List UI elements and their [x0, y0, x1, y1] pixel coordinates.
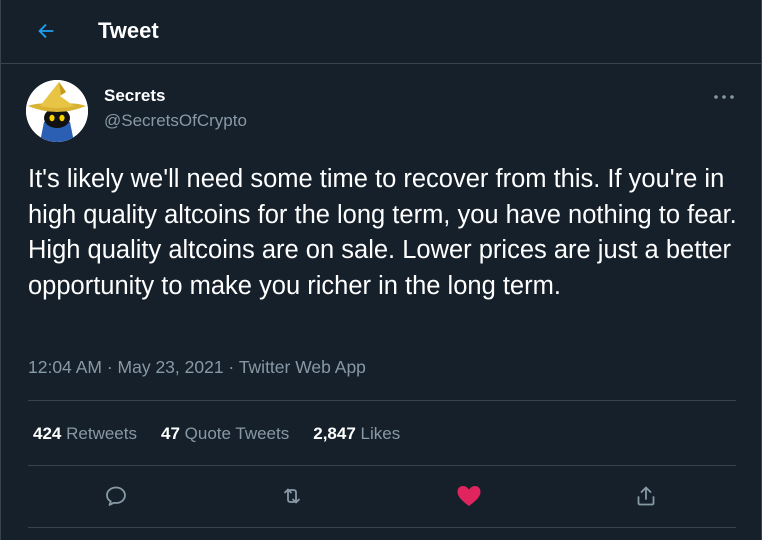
tweet-source[interactable]: Twitter Web App	[239, 357, 366, 377]
tweet-stats: 424 Retweets 47 Quote Tweets 2,847 Likes	[33, 424, 424, 444]
reply-icon	[106, 486, 126, 506]
heart-icon	[457, 486, 481, 506]
quotes-label: Quote Tweets	[184, 424, 290, 443]
like-button[interactable]	[451, 478, 487, 514]
tweet-page: Tweet Secrets @SecretsOfCrypto It's like…	[0, 0, 762, 540]
tweet-date[interactable]: May 23, 2021	[118, 357, 224, 377]
tweet-time[interactable]: 12:04 AM	[28, 357, 102, 377]
tweet-meta: 12:04 AM · May 23, 2021 · Twitter Web Ap…	[28, 357, 366, 378]
retweet-icon	[284, 488, 300, 504]
action-bar	[1, 478, 761, 514]
meta-separator: ·	[223, 357, 239, 377]
back-button[interactable]	[27, 12, 65, 50]
retweet-button[interactable]	[274, 478, 310, 514]
avatar[interactable]	[26, 80, 88, 142]
likes-count: 2,847	[313, 424, 356, 443]
author-handle[interactable]: @SecretsOfCrypto	[104, 111, 247, 131]
arrow-left-icon	[38, 23, 54, 39]
retweets-stat[interactable]: 424 Retweets	[33, 424, 137, 444]
retweets-count: 424	[33, 424, 62, 443]
meta-separator: ·	[101, 357, 118, 377]
quote-tweets-stat[interactable]: 47 Quote Tweets	[161, 424, 289, 444]
share-icon	[637, 486, 655, 506]
divider	[28, 400, 736, 401]
divider	[28, 465, 736, 466]
header: Tweet	[1, 0, 761, 64]
black-mage-avatar	[26, 80, 88, 142]
reply-button[interactable]	[98, 478, 134, 514]
share-button[interactable]	[628, 478, 664, 514]
more-options-button[interactable]	[707, 82, 741, 112]
likes-stat[interactable]: 2,847 Likes	[313, 424, 400, 444]
divider	[28, 527, 736, 528]
more-dots-icon	[714, 95, 734, 99]
quotes-count: 47	[160, 424, 180, 443]
tweet-text: It's likely we'll need some time to reco…	[28, 165, 737, 300]
author-name[interactable]: Secrets	[104, 86, 165, 106]
likes-label: Likes	[360, 424, 401, 443]
page-title: Tweet	[98, 18, 159, 43]
retweets-label: Retweets	[66, 424, 137, 443]
